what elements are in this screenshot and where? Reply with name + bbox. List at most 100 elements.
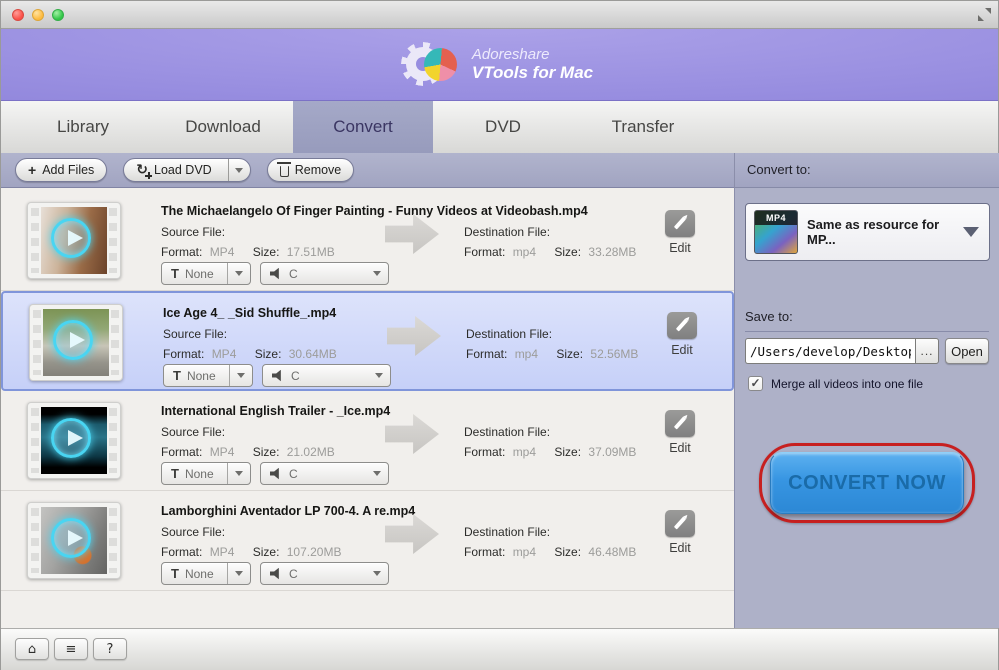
- audio-dropdown-arrow[interactable]: [367, 365, 390, 386]
- convert-to-label: Convert to:: [735, 153, 999, 188]
- play-icon[interactable]: [51, 418, 91, 458]
- play-icon[interactable]: [53, 320, 93, 360]
- save-to-label: Save to:: [745, 309, 989, 332]
- help-button[interactable]: ?: [93, 638, 127, 660]
- product-name: VTools for Mac: [472, 63, 593, 83]
- source-size-value: 107.20MB: [287, 545, 342, 559]
- source-file-label: Source File:: [161, 525, 225, 539]
- edit-button[interactable]: Edit: [657, 510, 703, 555]
- source-format-value: MP4: [212, 347, 237, 361]
- video-thumbnail[interactable]: [27, 202, 121, 279]
- edit-button[interactable]: Edit: [659, 312, 705, 357]
- destination-meta: Format: mp4 Size: 33.28MB: [464, 245, 636, 259]
- size-label: Size:: [556, 347, 583, 361]
- mp4-format-icon: MP4: [754, 210, 798, 254]
- subtitle-dropdown[interactable]: T None: [161, 262, 251, 285]
- zoom-button[interactable]: [52, 9, 64, 21]
- remove-label: Remove: [295, 163, 342, 177]
- dest-format-value: mp4: [515, 347, 538, 361]
- audio-dropdown[interactable]: C: [260, 262, 389, 285]
- subtitle-text-icon: T: [171, 466, 179, 481]
- audio-dropdown[interactable]: C: [260, 562, 389, 585]
- merge-option-row: ✓ Merge all videos into one file: [748, 376, 923, 391]
- file-title: Ice Age 4_ _Sid Shuffle_.mp4: [163, 306, 674, 320]
- subtitle-value: None: [187, 369, 229, 383]
- load-dvd-label: Load DVD: [154, 163, 212, 177]
- format-label: Format:: [161, 445, 202, 459]
- menu-button[interactable]: ≡: [54, 638, 88, 660]
- subtitle-dropdown-arrow[interactable]: [227, 463, 250, 484]
- audio-dropdown[interactable]: C: [262, 364, 391, 387]
- close-button[interactable]: [12, 9, 24, 21]
- subtitle-dropdown-arrow[interactable]: [227, 563, 250, 584]
- thumbnail-image: [43, 309, 109, 376]
- plus-icon: +: [28, 162, 36, 178]
- subtitle-dropdown[interactable]: T None: [161, 562, 251, 585]
- subtitle-dropdown[interactable]: T None: [161, 462, 251, 485]
- remove-button[interactable]: Remove: [267, 158, 355, 182]
- save-path-input[interactable]: [745, 338, 915, 364]
- size-label: Size:: [554, 245, 581, 259]
- file-list: The Michaelangelo Of Finger Painting - F…: [1, 188, 734, 628]
- tab-download[interactable]: Download: [153, 101, 293, 153]
- tab-dvd[interactable]: DVD: [433, 101, 573, 153]
- thumbnail-image: [41, 407, 107, 474]
- play-icon[interactable]: [51, 518, 91, 558]
- minimize-button[interactable]: [32, 9, 44, 21]
- edit-label: Edit: [657, 241, 703, 255]
- subtitle-text-icon: T: [171, 266, 179, 281]
- speaker-icon: [270, 268, 283, 280]
- dest-size-value: 52.56MB: [590, 347, 638, 361]
- browse-button[interactable]: ...: [915, 338, 939, 364]
- load-dvd-button[interactable]: ↻ Load DVD: [124, 159, 221, 181]
- destination-file-label: Destination File:: [464, 425, 550, 439]
- convert-now-button[interactable]: CONVERT NOW: [770, 452, 964, 514]
- file-row[interactable]: Lamborghini Aventador LP 700-4. A re.mp4…: [1, 491, 734, 591]
- merge-checkbox[interactable]: ✓: [748, 376, 763, 391]
- preset-label: Same as resource for MP...: [807, 217, 954, 247]
- subtitle-dropdown-arrow[interactable]: [227, 263, 250, 284]
- video-thumbnail[interactable]: [27, 402, 121, 479]
- home-icon: ⌂: [28, 642, 36, 657]
- load-dvd-split-button: ↻ Load DVD: [123, 158, 250, 182]
- subtitle-dropdown-arrow[interactable]: [229, 365, 252, 386]
- file-row[interactable]: Ice Age 4_ _Sid Shuffle_.mp4 Source File…: [1, 291, 734, 391]
- home-button[interactable]: ⌂: [15, 638, 49, 660]
- tab-convert[interactable]: Convert: [293, 101, 433, 153]
- source-size-value: 21.02MB: [287, 445, 335, 459]
- edit-button[interactable]: Edit: [657, 210, 703, 255]
- file-row[interactable]: The Michaelangelo Of Finger Painting - F…: [1, 191, 734, 291]
- tab-transfer[interactable]: Transfer: [573, 101, 713, 153]
- output-format-dropdown[interactable]: MP4 Same as resource for MP...: [745, 203, 990, 261]
- tab-library[interactable]: Library: [13, 101, 153, 153]
- play-icon[interactable]: [51, 218, 91, 258]
- add-files-button[interactable]: + Add Files: [15, 158, 107, 182]
- audio-dropdown-arrow[interactable]: [365, 463, 388, 484]
- subtitle-value: None: [185, 567, 227, 581]
- convert-direction-arrow-icon: [385, 414, 439, 454]
- open-button[interactable]: Open: [945, 338, 989, 364]
- edit-button[interactable]: Edit: [657, 410, 703, 455]
- audio-dropdown-arrow[interactable]: [365, 263, 388, 284]
- red-annotation-circle: CONVERT NOW: [759, 443, 975, 523]
- thumbnail-image: [41, 207, 107, 274]
- edit-label: Edit: [657, 441, 703, 455]
- dest-format-value: mp4: [513, 445, 536, 459]
- dest-size-value: 37.09MB: [588, 445, 636, 459]
- destination-file-label: Destination File:: [464, 225, 550, 239]
- subtitle-dropdown[interactable]: T None: [163, 364, 253, 387]
- video-thumbnail[interactable]: [29, 304, 123, 381]
- file-row[interactable]: International English Trailer - _Ice.mp4…: [1, 391, 734, 491]
- format-label: Format:: [161, 545, 202, 559]
- load-dvd-dropdown-arrow[interactable]: [228, 159, 250, 181]
- audio-dropdown-arrow[interactable]: [365, 563, 388, 584]
- audio-dropdown[interactable]: C: [260, 462, 389, 485]
- format-label: Format:: [464, 545, 505, 559]
- titlebar: [1, 1, 998, 29]
- destination-meta: Format: mp4 Size: 52.56MB: [466, 347, 638, 361]
- merge-label: Merge all videos into one file: [771, 377, 923, 391]
- convert-direction-arrow-icon: [387, 316, 441, 356]
- video-thumbnail[interactable]: [27, 502, 121, 579]
- brand-name: Adoreshare: [472, 46, 593, 63]
- fullscreen-icon[interactable]: [978, 8, 991, 21]
